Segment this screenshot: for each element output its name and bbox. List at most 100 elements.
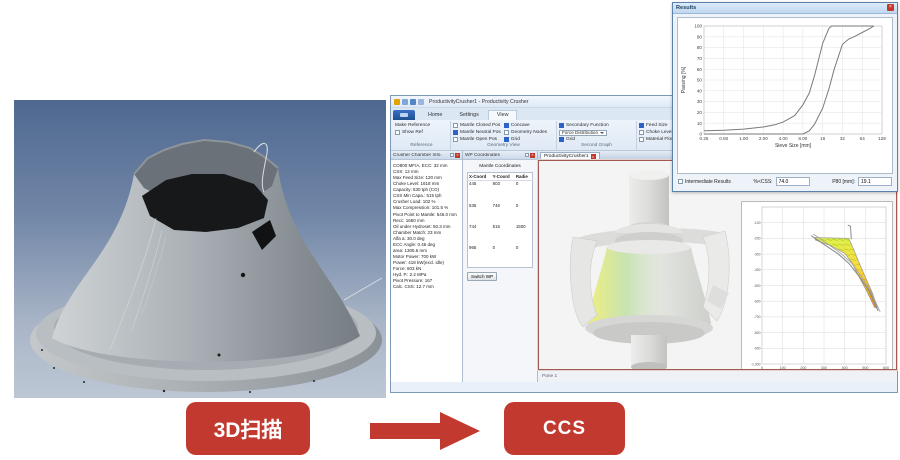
status-text: Pane 1	[542, 374, 557, 379]
ribbon-group-label: Second Graph	[559, 143, 634, 150]
column-header: X-Coord	[468, 173, 492, 181]
ribbon-item-secondary-function[interactable]: Secondary Function	[559, 122, 609, 129]
info-line: Pivot Point to Mantle: 546.0 mm	[393, 212, 460, 218]
info-lines: CO800 MF/A, ECC: 32 mmCSS: 12 mmMax Feed…	[391, 160, 462, 382]
table-row[interactable]: 4458030	[468, 181, 533, 204]
svg-text:4.00: 4.00	[779, 136, 788, 141]
p80-value-field[interactable]: 19.1	[858, 177, 892, 186]
ribbon-item-label: Grid	[511, 137, 520, 142]
svg-text:-600: -600	[754, 300, 761, 304]
ribbon-items: Secondary Function Force DistributionGrid	[559, 122, 634, 143]
close-icon[interactable]: ×	[455, 153, 460, 158]
svg-text:40: 40	[697, 88, 703, 93]
pin-icon[interactable]	[450, 153, 454, 157]
svg-text:500: 500	[862, 366, 868, 370]
table-header-row: X-CoordY-CoordRadie	[468, 173, 533, 181]
document-tab-label: ProductivityCrusher1	[544, 154, 589, 159]
table-cell: 515	[492, 224, 515, 245]
svg-text:-300: -300	[754, 252, 761, 256]
ribbon-item-mantle-neutral-pos[interactable]: Mantle Neutral Pos	[453, 129, 501, 136]
close-icon[interactable]: ×	[591, 154, 596, 159]
table-cell: 803	[492, 181, 515, 204]
intermediate-results-checkbox[interactable]: Intermediate Results	[678, 179, 731, 185]
quick-access-icon[interactable]	[410, 99, 416, 105]
svg-text:60: 60	[697, 66, 703, 71]
ribbon-items: Mantle Closed PosMantle Neutral PosMantl…	[453, 122, 554, 143]
close-icon[interactable]: ×	[887, 4, 894, 11]
ribbon-item-force-distribution[interactable]: Force Distribution	[559, 129, 609, 136]
ribbon-item-label: Concave	[511, 123, 530, 128]
mantle-coordinates-label: Mantle Coordinates	[479, 164, 521, 169]
ribbon-item-material-flow[interactable]: Material Flow	[639, 136, 675, 143]
table-cell: 1500	[515, 224, 533, 245]
tab-settings[interactable]: Settings	[451, 111, 486, 120]
svg-text:-500: -500	[754, 284, 761, 288]
checkbox-icon	[504, 130, 509, 135]
checkbox-icon	[453, 137, 458, 142]
ribbon-item-mantle-closed-pos[interactable]: Mantle Closed Pos	[453, 122, 501, 129]
chevron-down-icon	[600, 132, 604, 134]
svg-text:0.50: 0.50	[719, 136, 728, 141]
svg-text:300: 300	[821, 366, 827, 370]
svg-text:2.00: 2.00	[759, 136, 768, 141]
checkbox-icon	[639, 123, 644, 128]
tab-view[interactable]: View	[488, 110, 518, 120]
dropdown-force-distribution[interactable]: Force Distribution	[559, 130, 607, 136]
ribbon-item-label: Mantle Open Pos	[460, 137, 497, 142]
close-icon[interactable]: ×	[530, 153, 535, 158]
ribbon-item-label: Secondary Function	[566, 123, 609, 128]
ribbon-item-label: Show Ref	[402, 130, 423, 135]
svg-text:90: 90	[697, 34, 703, 39]
svg-text:100: 100	[694, 23, 702, 28]
table-cell: 0	[515, 203, 533, 224]
css-label: %<CSS:	[754, 179, 773, 185]
ribbon-item-geometry-nodes[interactable]: Geometry Nodes	[504, 129, 547, 136]
ribbon-item-feed-size[interactable]: Feed Size	[639, 122, 675, 129]
css-value-field[interactable]: 74.0	[776, 177, 810, 186]
ribbon-item-make-reference[interactable]: Make Reference	[395, 122, 430, 129]
ribbon-item-mantle-open-pos[interactable]: Mantle Open Pos	[453, 136, 501, 143]
checkbox-icon	[559, 123, 564, 128]
svg-text:Sieve Size [mm]: Sieve Size [mm]	[775, 143, 812, 149]
svg-text:Passing [%]: Passing [%]	[681, 66, 687, 93]
ribbon-item-choke-level[interactable]: Choke Level	[639, 129, 675, 136]
switch-wp-button[interactable]: Switch WP	[467, 272, 497, 281]
ribbon-item-label: Choke Level	[646, 130, 673, 135]
results-titlebar[interactable]: Results ×	[673, 3, 897, 14]
table-cell: 744	[468, 224, 492, 245]
info-line: Calc. CSS: 12.7 mm	[393, 284, 460, 290]
table-row[interactable]: 7445151500	[468, 224, 533, 245]
ribbon-item-concave[interactable]: Concave	[504, 122, 547, 129]
ribbon-item-show-ref[interactable]: Show Ref	[395, 129, 430, 136]
tab-home[interactable]: Home	[420, 111, 450, 120]
ribbon-group-geometry-view: Mantle Closed PosMantle Neutral PosMantl…	[451, 121, 557, 150]
checkbox-icon	[559, 137, 564, 142]
svg-text:-700: -700	[754, 315, 761, 319]
svg-text:1.00: 1.00	[739, 136, 748, 141]
quick-access-icon[interactable]	[402, 99, 408, 105]
info-line: Oil under Hydroset: 50.3 mm	[393, 224, 460, 230]
table-cell: 445	[468, 181, 492, 204]
pin-icon[interactable]	[525, 153, 529, 157]
app-icon	[394, 99, 400, 105]
table-cell: 746	[492, 203, 515, 224]
ribbon-item-label: Geometry Nodes	[511, 130, 547, 135]
svg-text:128: 128	[878, 136, 886, 141]
ribbon-item-label: Mantle Closed Pos	[460, 123, 500, 128]
quick-access-icon[interactable]	[418, 99, 424, 105]
flow-step-3d-scan[interactable]: 3D扫描	[186, 402, 310, 455]
ribbon-item-label: Make Reference	[395, 123, 430, 128]
results-window: Results × 01020304050607080901000.250.50…	[672, 2, 898, 192]
panel-title: Crusher Chamber Info.	[393, 153, 449, 158]
svg-text:600: 600	[883, 366, 889, 370]
table-row[interactable]: 5357460	[468, 203, 533, 224]
flow-step-ccs[interactable]: CCS	[504, 402, 625, 455]
checkbox-icon	[504, 137, 509, 142]
ribbon-item-grid[interactable]: Grid	[504, 136, 547, 143]
ribbon-item-grid[interactable]: Grid	[559, 136, 609, 143]
ribbon-group-label: Geometry View	[453, 143, 554, 150]
file-menu-button[interactable]	[393, 110, 415, 120]
table-row[interactable]: 96500	[468, 245, 533, 268]
document-tab[interactable]: ProductivityCrusher1 ×	[540, 152, 600, 160]
ribbon-group-second-graph: Secondary Function Force DistributionGrid…	[557, 121, 637, 150]
